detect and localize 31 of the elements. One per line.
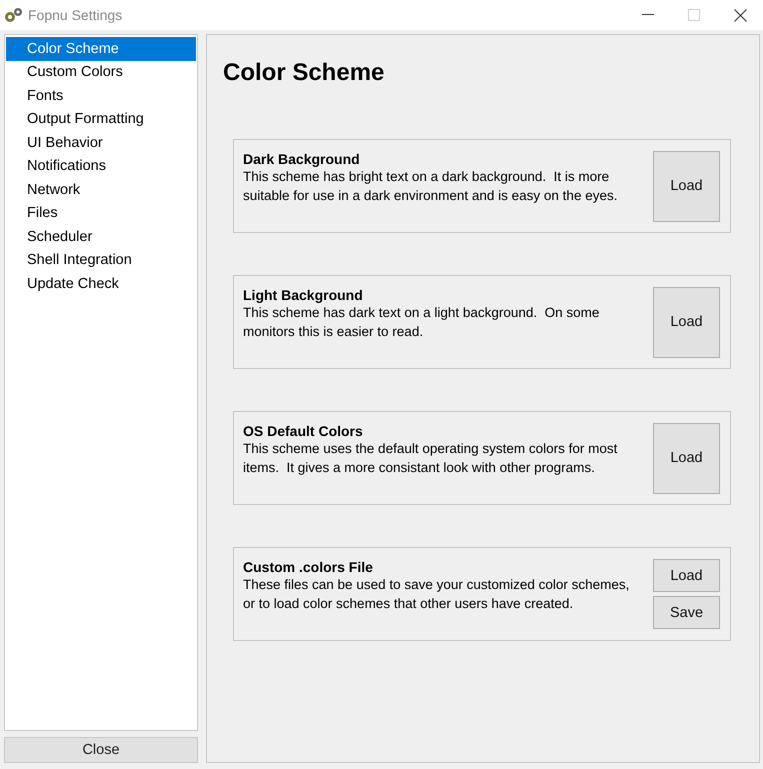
- maximize-icon: [688, 9, 700, 21]
- scheme-description: These files can be used to save your customized color schemes, or to load color schemes that other users have created.: [243, 576, 630, 612]
- window-title: Fopnu Settings: [28, 7, 124, 23]
- scheme-button[interactable]: Load: [653, 286, 720, 358]
- scheme-button[interactable]: Load: [653, 559, 720, 592]
- close-icon: [734, 8, 746, 22]
- sidebar-item[interactable]: Custom Colors: [6, 60, 196, 84]
- gears-icon: [4, 7, 24, 23]
- sidebar-item[interactable]: Shell Integration: [6, 248, 196, 272]
- sidebar-item[interactable]: Scheduler: [6, 225, 196, 248]
- sidebar-item[interactable]: Output Formatting: [6, 108, 196, 131]
- scheme-title: OS Default Colors: [243, 422, 364, 440]
- sidebar-item[interactable]: Fonts: [6, 84, 196, 108]
- scheme-button[interactable]: Save: [653, 596, 720, 629]
- scheme-button[interactable]: Load: [653, 422, 720, 494]
- sidebar-item[interactable]: Files: [6, 202, 196, 225]
- scheme-description: This scheme has dark text on a light background. On some monitors this is easier to read.: [243, 304, 600, 340]
- scheme-description: This scheme uses the default operating system colors for most items. It gives a more consistant look with other programs.: [243, 440, 618, 477]
- sidebar-item[interactable]: Notifications: [6, 154, 196, 178]
- scheme-title: Dark Background: [243, 150, 361, 168]
- close-button[interactable]: Close: [4, 737, 198, 763]
- sidebar-item[interactable]: UI Behavior: [6, 131, 196, 154]
- scheme-title: Custom .colors File: [243, 558, 374, 576]
- scheme-button[interactable]: Load: [653, 150, 720, 222]
- panel-heading: Color Scheme: [223, 59, 386, 87]
- sidebar-item[interactable]: Update Check: [6, 272, 196, 296]
- minimize-icon: [642, 14, 654, 16]
- sidebar-item[interactable]: Color Scheme: [6, 37, 196, 60]
- scheme-description: This scheme has bright text on a dark background. It is more suitable for use in a dark environment and is easy on the eyes.: [243, 168, 618, 205]
- scheme-title: Light Background: [243, 286, 364, 304]
- sidebar-item[interactable]: Network: [6, 178, 196, 202]
